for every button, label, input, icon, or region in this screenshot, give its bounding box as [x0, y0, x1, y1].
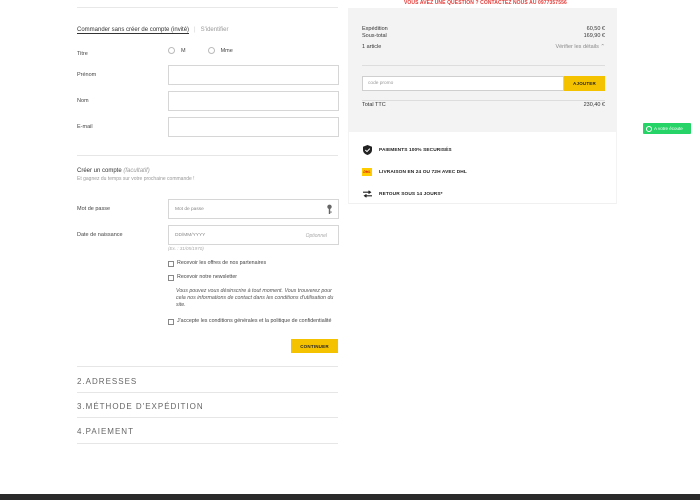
- email-input[interactable]: [168, 117, 339, 137]
- radio-m-label: M: [181, 47, 186, 54]
- radio-mme-label: Mme: [220, 47, 233, 54]
- section-divider: [77, 155, 338, 156]
- secure-payment-item: PAIEMENTS 100% SECURISÉS: [362, 145, 452, 155]
- email-label: E-mail: [77, 124, 93, 130]
- step-divider: [77, 392, 338, 393]
- birthdate-input[interactable]: DD/MM/YYYY Optionnel: [168, 225, 339, 245]
- terms-checkbox[interactable]: [168, 318, 174, 325]
- continue-button[interactable]: CONTINUER: [291, 339, 338, 353]
- radio-m[interactable]: [168, 47, 175, 54]
- radio-mme-option[interactable]: Mme: [207, 47, 233, 54]
- top-divider: [77, 7, 338, 8]
- dhl-logo-icon: DHL: [362, 167, 372, 177]
- whatsapp-chat-button[interactable]: A votre écoute: [643, 123, 691, 134]
- birthdate-label: Date de naissance: [77, 232, 123, 238]
- title-radio-group: M Mme: [168, 47, 255, 54]
- subtotal-label: Sous-total: [362, 33, 387, 39]
- key-icon[interactable]: [326, 204, 333, 215]
- terms-checkbox-row[interactable]: J'accepte les conditions générales et la…: [168, 318, 338, 325]
- unsubscribe-note: Vous pouvez vous désinscrire à tout mome…: [176, 288, 334, 308]
- partners-offers-checkbox[interactable]: [168, 260, 174, 267]
- whatsapp-label: A votre écoute: [654, 126, 683, 131]
- create-account-optional: (facultatif): [123, 168, 150, 174]
- total-label: Total TTC: [362, 102, 386, 108]
- password-placeholder: Mot de passe: [175, 207, 204, 212]
- create-account-subtitle: Et gagnez du temps sur votre prochaine c…: [77, 176, 195, 182]
- shipping-label: Expédition: [362, 26, 388, 32]
- newsletter-checkbox-row[interactable]: Recevoir notre newsletter: [168, 274, 237, 281]
- partners-offers-label: Recevoir les offres de nos partenaires: [177, 260, 267, 266]
- password-label: Mot de passe: [77, 206, 111, 212]
- create-account-label: Créer un compte: [77, 168, 122, 174]
- title-label: Titre: [77, 51, 88, 57]
- total-row: Total TTC 230,40 €: [362, 102, 605, 108]
- lastname-input[interactable]: [168, 91, 339, 111]
- birthdate-hint: (Ex. : 31/05/1970): [168, 246, 204, 251]
- birthdate-placeholder: DD/MM/YYYY: [175, 233, 206, 238]
- cart-summary: Expédition 60,50 € Sous-total 169,90 € 1…: [348, 8, 617, 132]
- password-input[interactable]: Mot de passe: [168, 199, 339, 219]
- lastname-label: Nom: [77, 98, 89, 104]
- terms-label: J'accepte les conditions générales et la…: [177, 318, 332, 324]
- whatsapp-icon: [646, 125, 652, 132]
- chevron-up-icon: ⌃: [600, 44, 605, 50]
- subtotal-value: 169,90 €: [583, 33, 605, 39]
- partners-offers-checkbox-row[interactable]: Recevoir les offres de nos partenaires: [168, 260, 266, 267]
- newsletter-checkbox[interactable]: [168, 274, 174, 281]
- step-divider: [77, 366, 338, 367]
- shipping-value: 60,50 €: [586, 26, 605, 32]
- items-row: 1 article Vérifier les détails ⌃: [362, 44, 605, 50]
- returns-item: RETOUR SOUS 14 JOURS*: [362, 189, 443, 199]
- tab-login[interactable]: S'identifier: [201, 27, 229, 33]
- tab-guest-checkout[interactable]: Commander sans créer de compte (invité): [77, 27, 190, 34]
- details-toggle[interactable]: Vérifier les détails ⌃: [555, 44, 605, 50]
- dhl-delivery-item: DHL LIVRAISON EN 24 OU 72H AVEC DHL: [362, 167, 467, 177]
- secure-payment-label: PAIEMENTS 100% SECURISÉS: [379, 147, 452, 153]
- summary-divider: [362, 100, 605, 101]
- returns-label: RETOUR SOUS 14 JOURS*: [379, 191, 443, 197]
- footer-bar: [0, 494, 700, 500]
- dhl-logo-text: DHL: [362, 168, 372, 176]
- step-shipping[interactable]: 3.MÉTHODE D'EXPÉDITION: [77, 402, 204, 411]
- exchange-arrows-icon: [362, 189, 372, 199]
- details-label: Vérifier les détails: [555, 44, 599, 50]
- total-value: 230,40 €: [583, 102, 605, 108]
- step-divider: [77, 443, 338, 444]
- firstname-label: Prénom: [77, 72, 97, 78]
- add-promo-button[interactable]: AJOUTER: [564, 76, 605, 91]
- tab-separator: |: [194, 27, 196, 33]
- create-account-title: Créer un compte (facultatif): [77, 168, 150, 174]
- promo-code-input[interactable]: code promo: [362, 76, 564, 91]
- newsletter-label: Recevoir notre newsletter: [177, 274, 238, 280]
- birthdate-optional: Optionnel: [305, 233, 327, 239]
- items-count: 1 article: [362, 44, 382, 50]
- dhl-delivery-label: LIVRAISON EN 24 OU 72H AVEC DHL: [379, 169, 467, 175]
- summary-divider: [362, 65, 605, 66]
- subtotal-row: Sous-total 169,90 €: [362, 33, 605, 39]
- promo-placeholder: code promo: [368, 81, 394, 86]
- step-payment[interactable]: 4.PAIEMENT: [77, 427, 134, 436]
- shipping-row: Expédition 60,50 €: [362, 26, 605, 32]
- checkout-tabs: Commander sans créer de compte (invité) |…: [77, 27, 229, 34]
- firstname-input[interactable]: [168, 65, 339, 85]
- radio-m-option[interactable]: M: [168, 47, 186, 54]
- shield-check-icon: [362, 145, 372, 155]
- contact-banner: VOUS AVEZ UNE QUESTION ? CONTACTEZ NOUS …: [404, 0, 567, 6]
- radio-mme[interactable]: [207, 47, 215, 54]
- step-addresses[interactable]: 2.ADRESSES: [77, 377, 137, 386]
- step-divider: [77, 417, 338, 418]
